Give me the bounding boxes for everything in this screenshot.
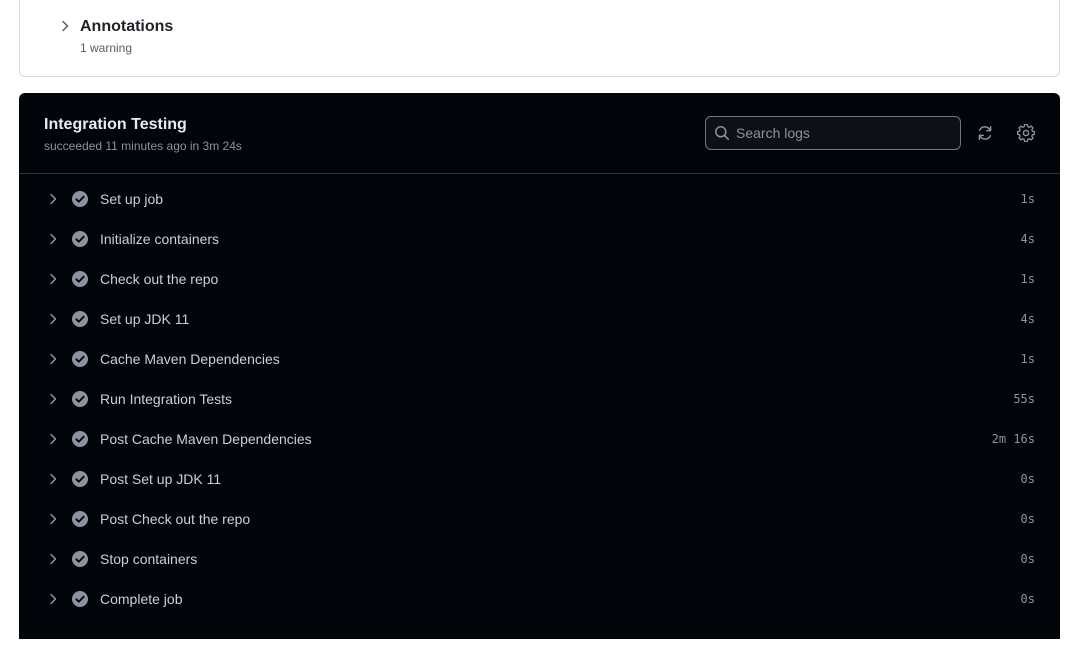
step-duration: 4s [1020, 312, 1035, 326]
step-duration: 0s [1020, 472, 1035, 486]
step-name: Stop containers [100, 551, 198, 567]
job-step[interactable]: Cache Maven Dependencies 1s [19, 339, 1060, 379]
step-duration: 0s [1020, 552, 1035, 566]
job-step[interactable]: Check out the repo 1s [19, 259, 1060, 299]
step-duration: 1s [1020, 352, 1035, 366]
chevron-right-icon[interactable] [45, 591, 61, 607]
job-step[interactable]: Run Integration Tests 55s [19, 379, 1060, 419]
check-circle-icon [71, 550, 89, 568]
job-step[interactable]: Post Check out the repo 0s [19, 499, 1060, 539]
chevron-right-icon[interactable] [45, 551, 61, 567]
check-circle-icon [71, 470, 89, 488]
job-step[interactable]: Set up JDK 11 4s [19, 299, 1060, 339]
job-title: Integration Testing [44, 116, 187, 133]
search-logs-input[interactable] [736, 117, 954, 149]
step-duration: 4s [1020, 232, 1035, 246]
chevron-right-icon[interactable] [45, 431, 61, 447]
chevron-right-icon[interactable] [45, 351, 61, 367]
job-step[interactable]: Initialize containers 4s [19, 219, 1060, 259]
step-name: Initialize containers [100, 231, 220, 247]
chevron-right-icon[interactable] [45, 511, 61, 527]
job-steps-list: Set up job 1s Initialize containers 4s C… [19, 179, 1060, 619]
chevron-right-icon[interactable] [45, 311, 61, 327]
job-step[interactable]: Set up job 1s [19, 179, 1060, 219]
job-step[interactable]: Stop containers 0s [19, 539, 1060, 579]
step-name: Run Integration Tests [100, 391, 233, 407]
check-circle-icon [71, 590, 89, 608]
step-name: Complete job [100, 591, 183, 607]
search-icon [714, 125, 730, 141]
step-name: Post Check out the repo [100, 511, 251, 527]
refresh-icon[interactable] [974, 122, 996, 144]
annotations-card: Annotations 1 warning [19, 0, 1060, 77]
annotations-summary: 1 warning [80, 41, 133, 55]
step-name: Set up job [100, 191, 164, 207]
check-circle-icon [71, 230, 89, 248]
step-duration: 0s [1020, 592, 1035, 606]
step-duration: 55s [1013, 392, 1035, 406]
chevron-right-icon[interactable] [45, 231, 61, 247]
chevron-right-icon[interactable] [45, 191, 61, 207]
step-name: Post Set up JDK 11 [100, 471, 222, 487]
check-circle-icon [71, 310, 89, 328]
step-name: Check out the repo [100, 271, 219, 287]
job-step[interactable]: Post Cache Maven Dependencies 2m 16s [19, 419, 1060, 459]
chevron-right-icon[interactable] [45, 391, 61, 407]
chevron-right-icon[interactable] [56, 17, 74, 35]
job-step[interactable]: Post Set up JDK 11 0s [19, 459, 1060, 499]
gear-icon[interactable] [1015, 122, 1037, 144]
check-circle-icon [71, 270, 89, 288]
check-circle-icon [71, 190, 89, 208]
step-duration: 2m 16s [991, 432, 1035, 446]
check-circle-icon [71, 510, 89, 528]
workflow-job-page: Annotations 1 warning Integration Testin… [0, 0, 1085, 649]
step-name: Cache Maven Dependencies [100, 351, 280, 367]
step-duration: 0s [1020, 512, 1035, 526]
job-status: succeeded 11 minutes ago in 3m 24s [44, 139, 242, 153]
step-duration: 1s [1020, 272, 1035, 286]
annotations-title[interactable]: Annotations [80, 18, 173, 36]
step-name: Set up JDK 11 [100, 311, 190, 327]
check-circle-icon [71, 350, 89, 368]
step-name: Post Cache Maven Dependencies [100, 431, 312, 447]
chevron-right-icon[interactable] [45, 471, 61, 487]
job-step[interactable]: Complete job 0s [19, 579, 1060, 619]
search-logs-box[interactable] [705, 116, 961, 150]
step-duration: 1s [1020, 192, 1035, 206]
chevron-right-icon[interactable] [45, 271, 61, 287]
check-circle-icon [71, 430, 89, 448]
job-logs-panel: Integration Testing succeeded 11 minutes… [19, 93, 1060, 639]
check-circle-icon [71, 390, 89, 408]
job-header: Integration Testing succeeded 11 minutes… [19, 93, 1060, 174]
